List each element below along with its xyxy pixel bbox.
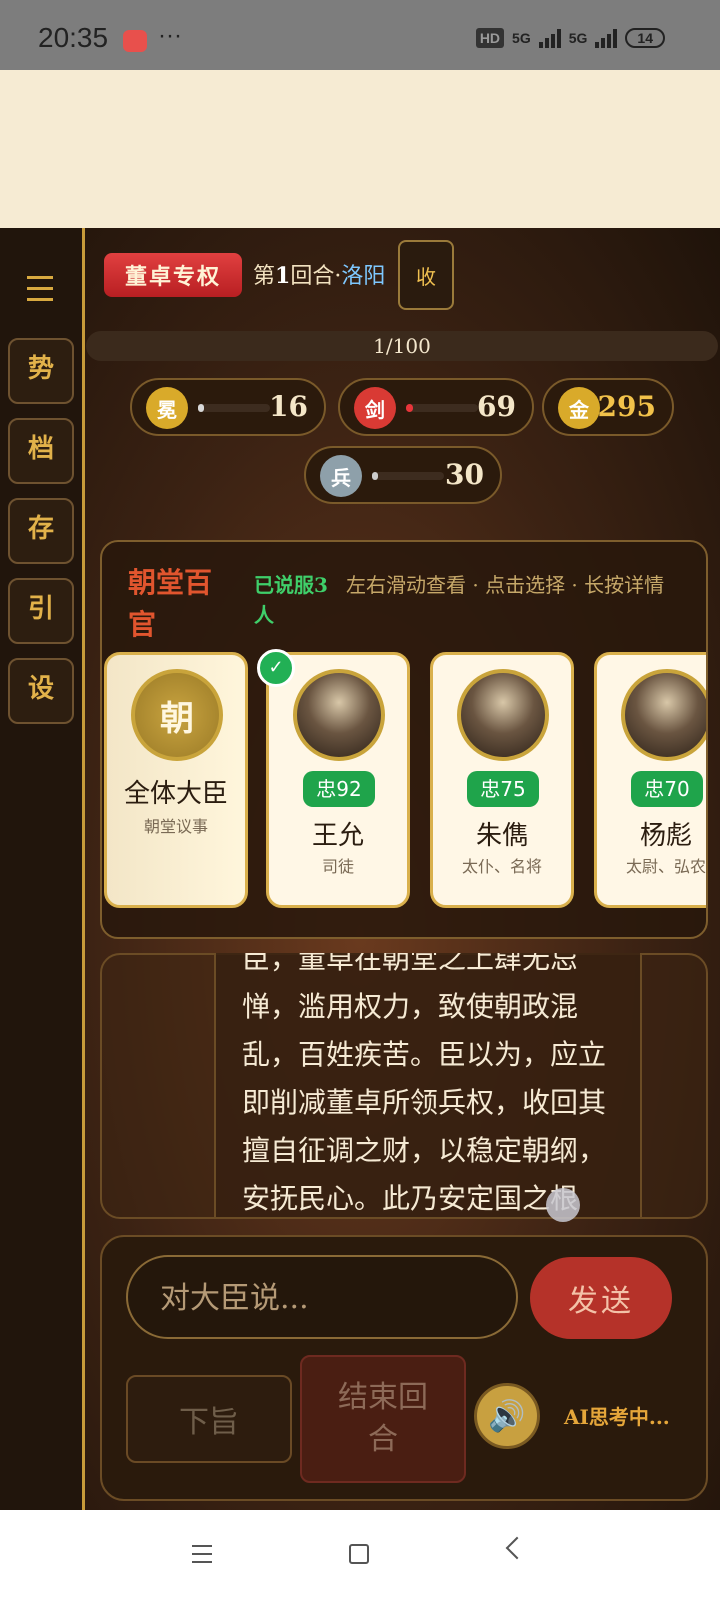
court-emblem-icon: 朝 [131, 669, 223, 761]
end-round-label: 结束回合 [338, 1380, 428, 1457]
decree-button[interactable]: 下旨 [126, 1375, 292, 1463]
official-portrait [457, 669, 549, 761]
persuaded-count: 已说服3人 [254, 573, 328, 627]
hd-icon: HD [475, 28, 505, 48]
input-controls: 对大臣说... 发送 下旨 结束回合 🔊 AI思考中... [100, 1235, 708, 1501]
loyalty-badge: 忠75 [467, 771, 539, 807]
sidebar-item-guide[interactable]: 引 [8, 578, 74, 644]
system-indicators: HD 5G 5G 14 [475, 28, 665, 48]
stat-bar [372, 472, 444, 480]
top-banner [0, 70, 720, 228]
back-icon[interactable] [505, 1536, 529, 1560]
stat-value: 295 [597, 390, 656, 423]
game-screen: 势 档 存 引 设 董卓专权 第1回合·洛阳 收 1/100 冕 16 剑 69… [0, 228, 720, 1510]
signal-icon [538, 28, 561, 48]
network-label-1: 5G [512, 30, 531, 46]
more-notifications-icon: ··· [158, 22, 182, 49]
official-speech: 臣，董卓在朝堂之上肆无忌惮，滥用权力，致使朝政混乱，百姓疾苦。臣以为，应立即削减… [242, 953, 607, 1215]
clock: 20:35 [38, 22, 109, 53]
stat-bar-fill [198, 404, 204, 412]
official-name: 杨彪 [639, 821, 692, 851]
menu-icon[interactable] [27, 276, 53, 309]
stat-value: 30 [445, 458, 484, 491]
checkmark-icon: ✓ [257, 649, 295, 687]
sidebar-item-settings[interactable]: 设 [8, 658, 74, 724]
loyalty-badge: 忠92 [303, 771, 375, 807]
stat-military: 剑 69 [338, 378, 534, 436]
round-suffix: 回合· [290, 264, 342, 289]
sidebar: 势 档 存 引 设 [0, 228, 85, 1510]
turn-progress-bar: 1/100 [86, 331, 718, 361]
stat-value: 16 [269, 390, 308, 423]
signal-icon [595, 28, 618, 48]
end-round-button[interactable]: 结束回合 [300, 1355, 466, 1483]
official-card-all[interactable]: 朝 全体大臣 朝堂议事 [104, 652, 248, 908]
status-bar: 20:35 ··· HD 5G 5G 14 [0, 0, 720, 70]
official-name: 朱儁 [475, 821, 528, 851]
loyalty-badge: 忠70 [631, 771, 703, 807]
panel-hint: 左右滑动查看 · 点击选择 · 长按详情 [346, 573, 665, 597]
official-title: 朝堂议事 [143, 817, 208, 836]
stat-bar [406, 404, 478, 412]
official-card[interactable]: ✓ 忠92 王允 司徒 [257, 649, 410, 908]
sidebar-item-save[interactable]: 存 [8, 498, 74, 564]
speaker-icon[interactable]: 🔊 [474, 1383, 540, 1449]
panel-title: 朝堂百官 [128, 566, 213, 641]
official-title: 太尉、弘农 [625, 857, 706, 876]
recent-apps-icon[interactable] [192, 1545, 212, 1569]
stat-prestige: 冕 16 [130, 378, 326, 436]
sidebar-item-power[interactable]: 势 [8, 338, 74, 404]
crown-icon: 冕 [146, 387, 188, 429]
turn-progress-text: 1/100 [373, 334, 431, 358]
scroll-handle[interactable] [546, 1188, 580, 1222]
ai-status: AI思考中... [564, 1405, 670, 1429]
official-portrait [621, 669, 706, 761]
network-label-2: 5G [568, 30, 588, 46]
collapse-button[interactable]: 收 [398, 240, 454, 310]
official-name: 王允 [311, 821, 364, 851]
stat-bar-fill [372, 472, 378, 480]
stat-bar [198, 404, 270, 412]
stat-bar-fill [406, 404, 413, 412]
round-number: 1 [275, 263, 291, 289]
app-notification-icon [123, 30, 147, 52]
round-indicator: 第1回合·洛阳 [253, 258, 385, 290]
gold-icon: 金 [558, 387, 600, 429]
official-card[interactable]: 忠75 朱儁 太仆、名将 [430, 652, 574, 908]
system-nav-bar [0, 1510, 720, 1601]
stat-troops: 兵 30 [304, 446, 502, 504]
court-officials-panel: 朝堂百官 已说服3人 左右滑动查看 · 点击选择 · 长按详情 朝 全体大臣 朝… [100, 540, 708, 939]
faction-badge[interactable]: 董卓专权 [104, 253, 242, 297]
dialog-area: 臣，董卓在朝堂之上肆无忌惮，滥用权力，致使朝政混乱，百姓疾苦。臣以为，应立即削减… [100, 953, 708, 1219]
send-button[interactable]: 发送 [530, 1257, 672, 1339]
city-name: 洛阳 [341, 264, 386, 289]
dialog-scroll[interactable]: 臣，董卓在朝堂之上肆无忌惮，滥用权力，致使朝政混乱，百姓疾苦。臣以为，应立即削减… [214, 953, 642, 1217]
round-prefix: 第 [253, 264, 276, 289]
official-name: 全体大臣 [123, 779, 228, 809]
sword-icon: 剑 [354, 387, 396, 429]
sidebar-item-archive[interactable]: 档 [8, 418, 74, 484]
stat-gold: 金 295 [542, 378, 674, 436]
home-icon[interactable] [349, 1544, 369, 1564]
official-title: 太仆、名将 [461, 857, 542, 876]
message-input[interactable]: 对大臣说... [126, 1255, 518, 1339]
battery-icon: 14 [625, 28, 665, 48]
soldier-icon: 兵 [320, 455, 362, 497]
official-title: 司徒 [321, 857, 354, 876]
stat-value: 69 [477, 390, 516, 423]
official-portrait [293, 669, 385, 761]
official-card[interactable]: 忠70 杨彪 太尉、弘农 [594, 652, 706, 908]
